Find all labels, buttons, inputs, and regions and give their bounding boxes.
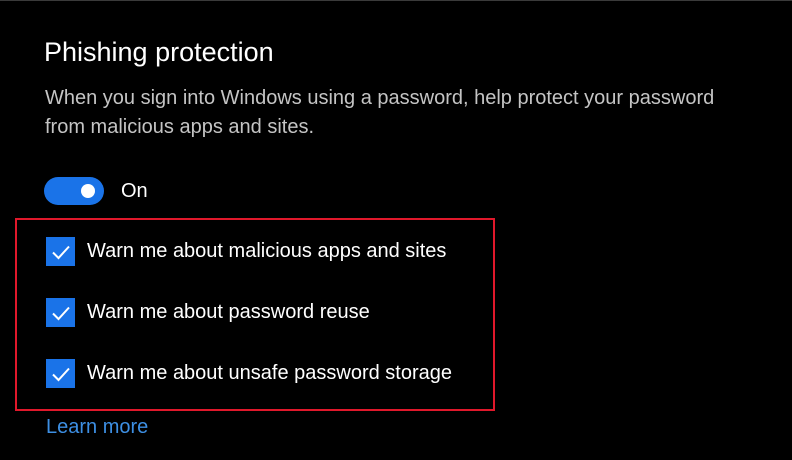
phishing-protection-toggle-row: On [44, 177, 148, 205]
checkmark-icon [51, 367, 70, 381]
password-reuse-label: Warn me about password reuse [87, 301, 370, 323]
toggle-state-label: On [121, 180, 148, 202]
unsafe-storage-label: Warn me about unsafe password storage [87, 362, 453, 384]
window-top-edge [0, 0, 792, 1]
checkmark-icon [51, 245, 70, 259]
section-description: When you sign into Windows using a passw… [45, 87, 715, 138]
option-password-reuse[interactable]: Warn me about password reuse [46, 298, 370, 327]
option-malicious-apps-and-sites[interactable]: Warn me about malicious apps and sites [46, 237, 446, 266]
checkmark-icon [51, 306, 70, 320]
learn-more-link[interactable]: Learn more [46, 414, 148, 440]
toggle-knob [81, 184, 95, 198]
option-unsafe-password-storage[interactable]: Warn me about unsafe password storage [46, 359, 452, 388]
unsafe-storage-checkbox[interactable] [46, 359, 75, 388]
malicious-apps-checkbox[interactable] [46, 237, 75, 266]
password-reuse-checkbox[interactable] [46, 298, 75, 327]
section-title: Phishing protection [44, 37, 274, 67]
phishing-protection-toggle[interactable] [44, 177, 104, 205]
malicious-apps-label: Warn me about malicious apps and sites [87, 240, 447, 262]
